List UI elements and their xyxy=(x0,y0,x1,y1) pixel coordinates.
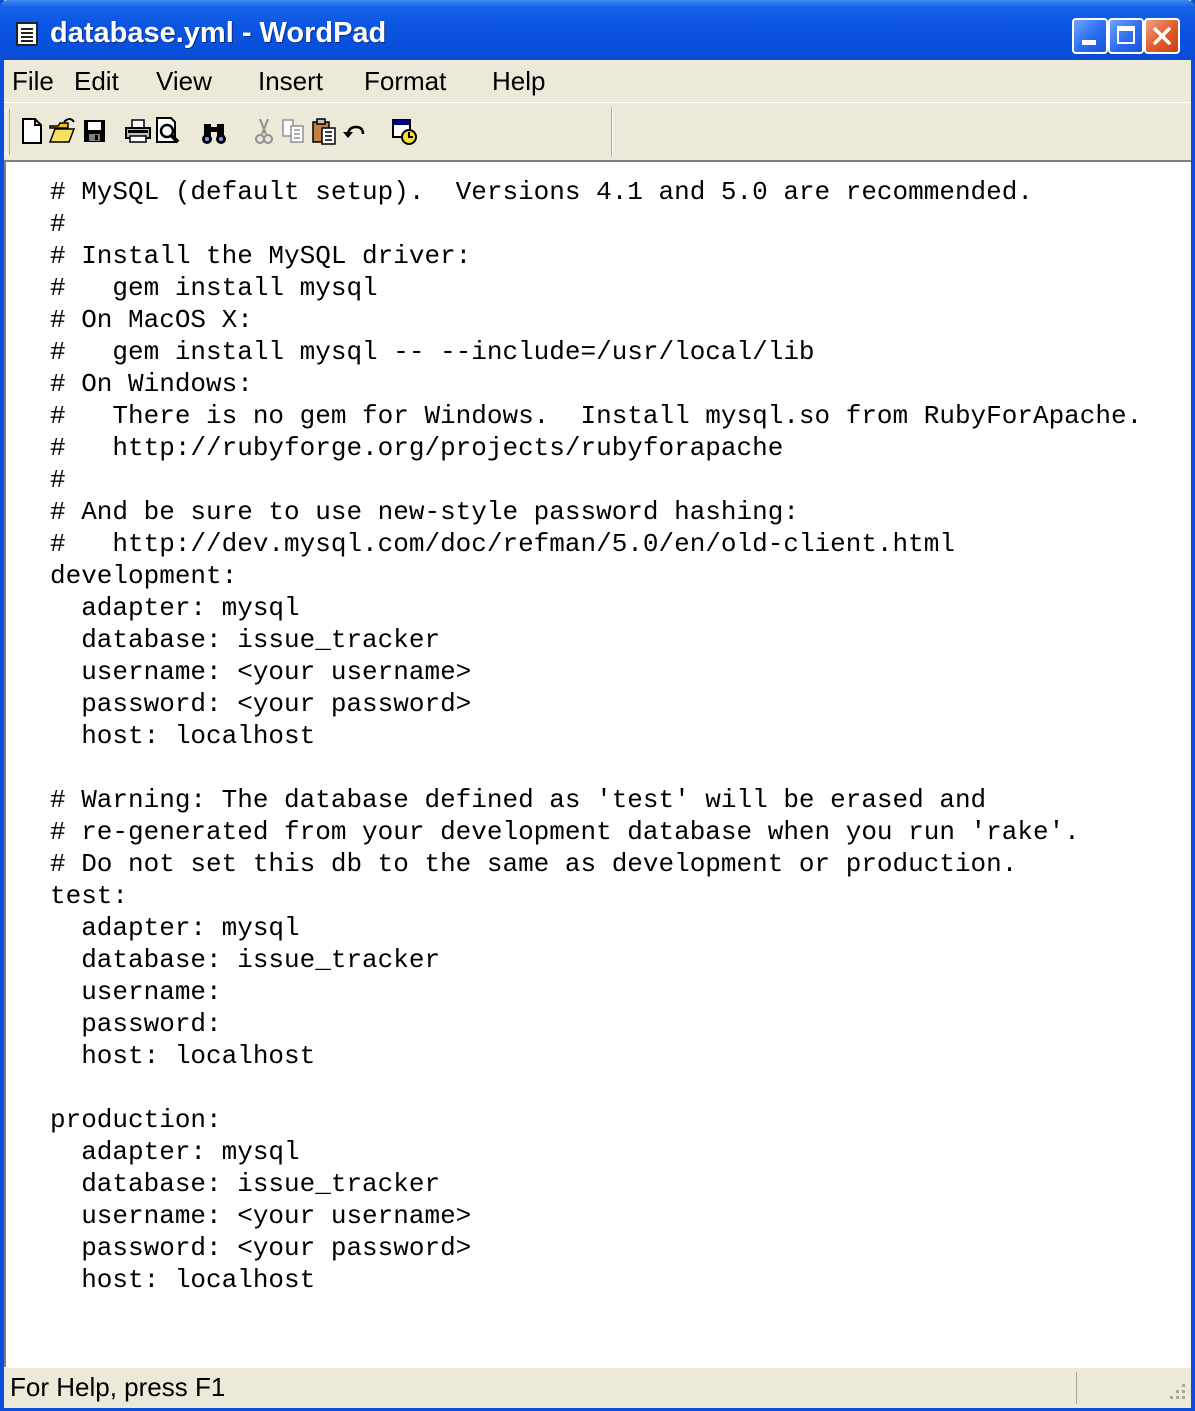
document-text[interactable]: # MySQL (default setup). Versions 4.1 an… xyxy=(50,176,1142,1296)
document-area[interactable]: # MySQL (default setup). Versions 4.1 an… xyxy=(4,160,1191,1367)
document-line: # On Windows: xyxy=(50,369,253,399)
document-line: # http://rubyforge.org/projects/rubyfora… xyxy=(50,433,784,463)
menu-view[interactable]: View xyxy=(156,66,212,96)
document-line: # Install the MySQL driver: xyxy=(50,241,472,271)
document-line: host: localhost xyxy=(50,1041,316,1071)
cut-icon xyxy=(255,118,273,144)
document-line: # Warning: The database defined as 'test… xyxy=(50,785,987,815)
wordpad-window: database.yml - WordPad File Edit View In… xyxy=(0,0,1195,1411)
document-line: database: issue_tracker xyxy=(50,945,441,975)
undo-icon xyxy=(343,125,365,138)
document-line: password: xyxy=(50,1009,222,1039)
copy-icon xyxy=(282,119,304,143)
toolbar xyxy=(4,102,1191,160)
menu-help[interactable]: Help xyxy=(492,66,545,96)
close-button[interactable] xyxy=(1144,18,1180,54)
title-bar[interactable]: database.yml - WordPad xyxy=(0,0,1195,60)
document-line: database: issue_tracker xyxy=(50,625,441,655)
document-line: # On MacOS X: xyxy=(50,305,253,335)
new-button[interactable] xyxy=(18,114,46,148)
document-line: # gem install mysql -- --include=/usr/lo… xyxy=(50,337,815,367)
status-text: For Help, press F1 xyxy=(10,1372,226,1402)
print-icon xyxy=(125,119,151,143)
document-line: # xyxy=(50,209,66,239)
document-line: adapter: mysql xyxy=(50,593,300,623)
open-button[interactable] xyxy=(48,114,76,148)
document-line: # MySQL (default setup). Versions 4.1 an… xyxy=(50,177,1033,207)
print-button[interactable] xyxy=(124,114,152,148)
document-line: # Do not set this db to the same as deve… xyxy=(50,849,1018,879)
minimize-button[interactable] xyxy=(1072,18,1108,54)
wordpad-app-icon[interactable] xyxy=(16,22,38,46)
print-preview-icon xyxy=(156,117,180,144)
find-icon xyxy=(202,124,226,144)
window-title: database.yml - WordPad xyxy=(50,17,387,49)
document-line: # http://dev.mysql.com/doc/refman/5.0/en… xyxy=(50,529,955,559)
save-button[interactable] xyxy=(80,114,108,148)
document-line: username: <your username> xyxy=(50,1201,472,1231)
status-bar: For Help, press F1 xyxy=(4,1367,1191,1408)
print-preview-button[interactable] xyxy=(154,114,182,148)
document-line: # And be sure to use new-style password … xyxy=(50,497,799,527)
document-line: # gem install mysql xyxy=(50,273,378,303)
status-pane xyxy=(1076,1372,1156,1404)
maximize-icon xyxy=(1117,26,1135,44)
menu-insert[interactable]: Insert xyxy=(258,66,323,96)
paste-button[interactable] xyxy=(310,114,338,148)
find-button[interactable] xyxy=(200,114,228,148)
document-line: production: xyxy=(50,1105,222,1135)
menu-bar: File Edit View Insert Format Help xyxy=(4,60,1191,102)
document-line: # xyxy=(50,465,66,495)
document-line: username: <your username> xyxy=(50,657,472,687)
menu-edit[interactable]: Edit xyxy=(74,66,119,96)
date-time-icon xyxy=(392,119,417,145)
document-line: adapter: mysql xyxy=(50,1137,300,1167)
toolbar-end-separator xyxy=(611,107,613,157)
document-line: username: xyxy=(50,977,222,1007)
save-icon xyxy=(84,120,105,142)
document-line: password: <your password> xyxy=(50,1233,472,1263)
document-line: test: xyxy=(50,881,129,911)
document-line: password: <your password> xyxy=(50,689,472,719)
cut-button[interactable] xyxy=(250,114,278,148)
size-grip-icon[interactable] xyxy=(1166,1380,1188,1402)
document-line: development: xyxy=(50,561,238,591)
new-icon xyxy=(22,118,42,144)
copy-button[interactable] xyxy=(280,114,308,148)
menu-file[interactable]: File xyxy=(12,66,54,96)
menu-format[interactable]: Format xyxy=(364,66,446,96)
open-icon xyxy=(48,118,76,143)
undo-button[interactable] xyxy=(340,114,368,148)
document-line: # re-generated from your development dat… xyxy=(50,817,1080,847)
toolbar-grip[interactable] xyxy=(6,109,10,155)
minimize-icon xyxy=(1082,40,1096,45)
paste-icon xyxy=(312,118,336,145)
document-line: host: localhost xyxy=(50,1265,316,1295)
date-time-button[interactable] xyxy=(390,114,418,148)
close-icon xyxy=(1153,27,1171,45)
document-line: adapter: mysql xyxy=(50,913,300,943)
document-line: # There is no gem for Windows. Install m… xyxy=(50,401,1143,431)
document-line: host: localhost xyxy=(50,721,316,751)
document-line: database: issue_tracker xyxy=(50,1169,441,1199)
maximize-button[interactable] xyxy=(1108,18,1144,54)
